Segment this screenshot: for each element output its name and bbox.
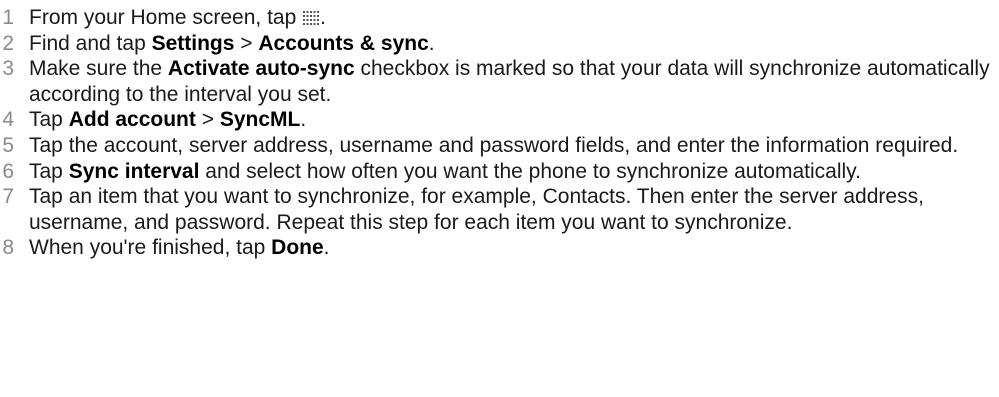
step-item: 7 Tap an item that you want to synchroni… xyxy=(0,184,999,235)
step-text-run: . xyxy=(320,6,326,29)
step-text: Tap the account, server address, usernam… xyxy=(29,134,958,157)
step-text-run: Tap an item that you want to synchronize… xyxy=(29,185,924,234)
step-text-run: Tap xyxy=(29,108,69,132)
step-text: Make sure the Activate auto-sync checkbo… xyxy=(29,57,990,106)
apps-grid-icon xyxy=(303,11,320,25)
step-item: 5 Tap the account, server address, usern… xyxy=(0,133,999,159)
step-text: Tap Sync interval and select how often y… xyxy=(29,160,861,183)
done-label: Done xyxy=(271,236,324,260)
step-number: 2 xyxy=(2,31,14,55)
step-text: Find and tap Settings > Accounts & sync. xyxy=(29,32,435,55)
step-text-run: . xyxy=(428,31,435,55)
step-text: Tap Add account > SyncML. xyxy=(29,108,306,131)
step-number: 5 xyxy=(2,133,14,157)
step-text-run: Tap xyxy=(29,159,69,183)
sync-interval-label: Sync interval xyxy=(68,159,200,183)
settings-label: Settings xyxy=(151,31,235,55)
step-text-run: Tap the account, server address, usernam… xyxy=(29,133,959,157)
step-number: 6 xyxy=(2,159,14,183)
step-number: 4 xyxy=(2,108,14,132)
accounts-sync-label: Accounts & sync xyxy=(258,31,429,55)
step-text: When you're finished, tap Done. xyxy=(29,236,330,259)
step-text-run: When you're finished, tap xyxy=(29,236,272,260)
activate-auto-sync-label: Activate auto-sync xyxy=(167,57,355,81)
step-text-run: Find and tap xyxy=(29,31,152,55)
instruction-steps: 1 From your Home screen, tap . 2 Find an… xyxy=(0,0,999,261)
step-text-run: . xyxy=(323,236,330,260)
syncml-label: SyncML xyxy=(219,108,301,132)
step-text-run: and select how often you want the phone … xyxy=(199,159,861,183)
step-item: 4 Tap Add account > SyncML. xyxy=(0,107,999,133)
step-item: 1 From your Home screen, tap . xyxy=(0,5,999,31)
step-number: 1 xyxy=(2,6,14,29)
step-text-run: Make sure the xyxy=(29,57,168,81)
step-number: 8 xyxy=(2,236,14,260)
step-item: 3 Make sure the Activate auto-sync check… xyxy=(0,56,999,107)
step-text: From your Home screen, tap . xyxy=(29,6,326,29)
step-number: 3 xyxy=(2,57,14,81)
step-item: 2 Find and tap Settings > Accounts & syn… xyxy=(0,31,999,57)
step-text-run: . xyxy=(300,108,307,132)
step-item: 6 Tap Sync interval and select how often… xyxy=(0,159,999,185)
step-text-run: > xyxy=(234,31,259,55)
step-text: Tap an item that you want to synchronize… xyxy=(29,185,924,234)
step-item: 8 When you're finished, tap Done. xyxy=(0,235,999,261)
step-number: 7 xyxy=(2,185,14,209)
add-account-label: Add account xyxy=(68,108,196,132)
step-text-run: From your Home screen, tap xyxy=(29,6,303,29)
step-text-run: > xyxy=(195,108,220,132)
